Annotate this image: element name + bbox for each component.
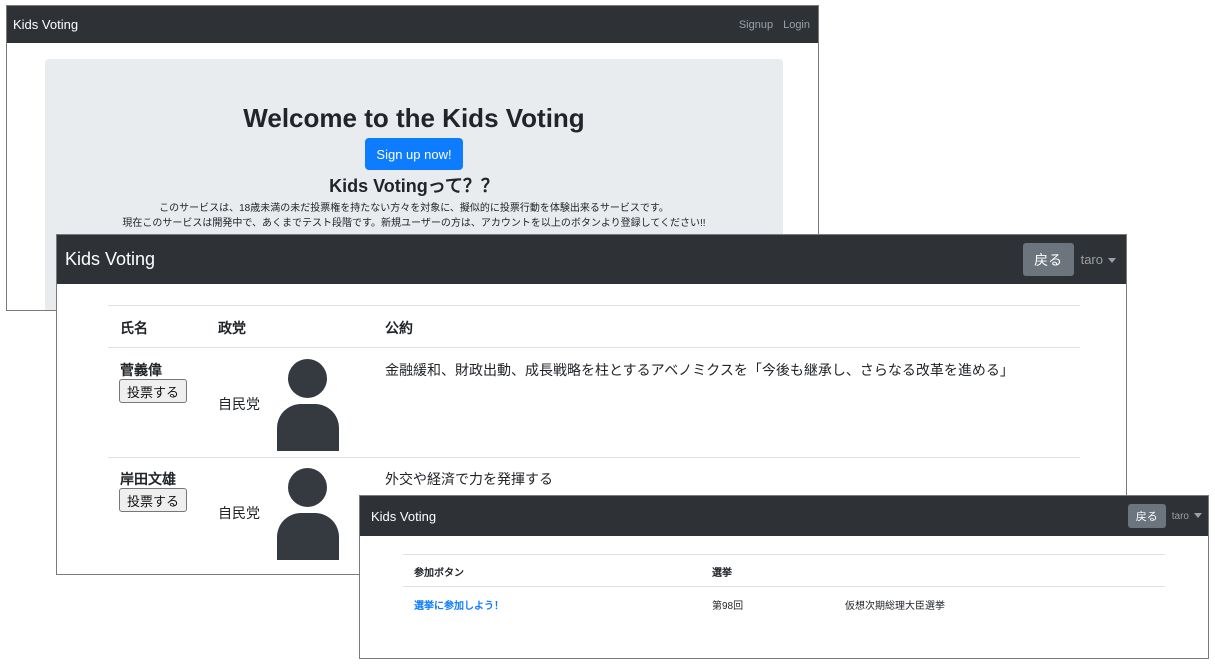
user-name: taro <box>1171 510 1189 522</box>
row-divider <box>108 457 1080 458</box>
header-party: 政党 <box>218 320 246 336</box>
election-title: 仮想次期総理大臣選挙 <box>845 601 945 612</box>
join-election-link[interactable]: 選挙に参加しよう！ <box>414 597 504 612</box>
description-line-2: 現在このサービスは開発中で、あくまでテスト段階です。新規ユーザーの方は、アカウン… <box>122 218 706 229</box>
navbar: Kids Voting 戻る taro <box>360 496 1208 536</box>
election-round: 第98回 <box>712 601 744 612</box>
signup-button[interactable]: Sign up now! <box>365 138 463 170</box>
navbar: Kids Voting 戻る taro <box>57 235 1126 284</box>
candidate-name: 岸田文雄 <box>120 471 176 487</box>
navbar: Kids Voting Signup Login <box>7 6 818 43</box>
header-divider <box>108 347 1080 348</box>
header-pledge: 公約 <box>385 320 413 336</box>
header-join: 参加ボタン <box>414 568 464 579</box>
candidate-name: 菅義偉 <box>120 362 162 378</box>
table-top-border <box>108 305 1080 306</box>
candidate-party: 自民党 <box>218 396 260 412</box>
table-top-border <box>403 554 1165 555</box>
header-name: 氏名 <box>120 320 148 336</box>
description-line-1: このサービスは、18歳未満の未だ投票権を持たない方々を対象に、擬似的に投票行動を… <box>159 203 669 214</box>
candidate-party: 自民党 <box>218 505 260 521</box>
nav-right: 戻る taro <box>1127 504 1202 528</box>
vote-button[interactable]: 投票する <box>119 488 187 512</box>
back-button[interactable]: 戻る <box>1127 504 1166 528</box>
candidate-pledge: 外交や経済で力を発揮する <box>385 471 553 487</box>
page-title: Welcome to the Kids Voting <box>243 103 585 133</box>
brand-link[interactable]: Kids Voting <box>13 17 78 32</box>
about-heading: Kids Votingって？？ <box>329 176 499 196</box>
nav-right: 戻る taro <box>1022 243 1116 276</box>
caret-down-icon <box>1194 513 1202 519</box>
avatar-icon <box>277 468 339 560</box>
caret-down-icon <box>1108 258 1116 264</box>
brand-link[interactable]: Kids Voting <box>65 249 155 270</box>
header-divider <box>403 586 1165 587</box>
avatar-icon <box>277 359 339 451</box>
brand-link[interactable]: Kids Voting <box>371 509 436 524</box>
user-name: taro <box>1080 252 1103 267</box>
header-election: 選挙 <box>712 568 732 579</box>
signup-link[interactable]: Signup <box>739 19 773 31</box>
user-dropdown[interactable]: taro <box>1081 252 1116 267</box>
back-button[interactable]: 戻る <box>1022 243 1074 276</box>
candidate-pledge: 金融緩和、財政出動、成長戦略を柱とするアベノミクスを「今後も継承し、さらなる改革… <box>385 362 1014 378</box>
login-link[interactable]: Login <box>783 19 810 31</box>
elections-window: Kids Voting 戻る taro 参加ボタン 選挙 選挙に参加しよう！ 第… <box>359 495 1209 659</box>
vote-button[interactable]: 投票する <box>119 379 187 403</box>
user-dropdown[interactable]: taro <box>1172 511 1202 522</box>
nav-links: Signup Login <box>729 19 810 31</box>
